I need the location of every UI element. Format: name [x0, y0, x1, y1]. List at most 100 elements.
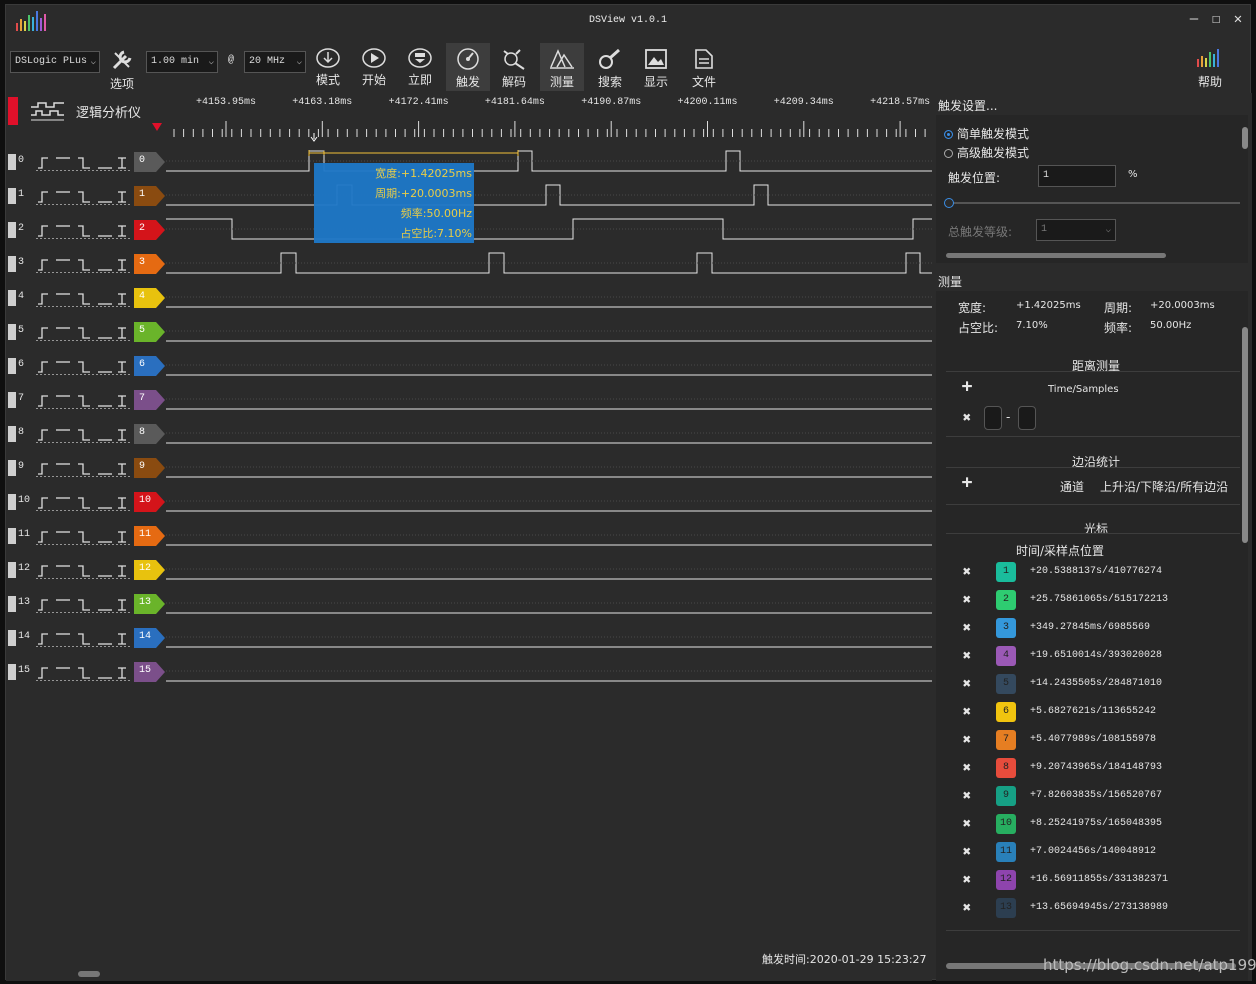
remove-cursor-button[interactable]: ✖ [960, 592, 974, 608]
channel-drag-handle[interactable] [8, 154, 16, 170]
trigger-type-icons[interactable] [36, 597, 132, 613]
channel-tag[interactable]: 2 [134, 220, 166, 240]
trigger-type-icons[interactable] [36, 529, 132, 545]
trigger-type-icons[interactable] [36, 291, 132, 307]
trigger-type-icons[interactable] [36, 155, 132, 171]
channel-drag-handle[interactable] [8, 188, 16, 204]
channel-tag[interactable]: 1 [134, 186, 166, 206]
cursor-badge[interactable]: 8 [996, 758, 1016, 778]
trigger-type-icons[interactable] [36, 495, 132, 511]
channel-drag-handle[interactable] [8, 222, 16, 238]
trigger-position-input[interactable]: 1 [1038, 165, 1116, 187]
trigger-type-icons[interactable] [36, 563, 132, 579]
trigger-type-icons[interactable] [36, 631, 132, 647]
remove-cursor-button[interactable]: ✖ [960, 620, 974, 636]
channel-tag[interactable]: 7 [134, 390, 166, 410]
help-button[interactable]: 帮助 [1188, 43, 1232, 91]
channel-tag[interactable]: 6 [134, 356, 166, 376]
horizontal-scrollbar[interactable] [78, 971, 100, 977]
trigger-type-icons[interactable] [36, 359, 132, 375]
mode-button[interactable]: 模式 [306, 43, 350, 91]
remove-cursor-button[interactable]: ✖ [960, 648, 974, 664]
channel-tag[interactable]: 13 [134, 594, 166, 614]
trigger-type-icons[interactable] [36, 223, 132, 239]
channel-drag-handle[interactable] [8, 392, 16, 408]
cursor-badge[interactable]: 9 [996, 786, 1016, 806]
add-edge-button[interactable]: + [960, 472, 974, 493]
channel-tag[interactable]: 9 [134, 458, 166, 478]
channel-tag[interactable]: 12 [134, 560, 166, 580]
cursor-badge[interactable]: 7 [996, 730, 1016, 750]
minimize-icon[interactable]: – [1186, 11, 1202, 27]
simple-trigger-radio[interactable]: 简单触发模式 [944, 125, 1029, 142]
distance-end-select[interactable] [1018, 406, 1036, 430]
measure-button[interactable]: 测量 [540, 43, 584, 91]
remove-cursor-button[interactable]: ✖ [960, 704, 974, 720]
close-icon[interactable]: ✕ [1230, 11, 1246, 27]
channel-drag-handle[interactable] [8, 630, 16, 646]
cursor-badge[interactable]: 1 [996, 562, 1016, 582]
channel-drag-handle[interactable] [8, 290, 16, 306]
remove-cursor-button[interactable]: ✖ [960, 676, 974, 692]
advanced-trigger-radio[interactable]: 高级触发模式 [944, 144, 1029, 161]
trigger-type-icons[interactable] [36, 257, 132, 273]
remove-cursor-button[interactable]: ✖ [960, 760, 974, 776]
options-button[interactable]: 选项 [100, 43, 144, 91]
trigger-button[interactable]: 触发 [446, 43, 490, 91]
device-select[interactable]: DSLogic PLus ⌵ [10, 51, 100, 73]
trigger-type-icons[interactable] [36, 325, 132, 341]
duration-select[interactable]: 1.00 min ⌵ [146, 51, 218, 73]
cursor-badge[interactable]: 5 [996, 674, 1016, 694]
channel-drag-handle[interactable] [8, 596, 16, 612]
channel-tag[interactable]: 5 [134, 322, 166, 342]
remove-cursor-button[interactable]: ✖ [960, 732, 974, 748]
trigger-position-slider[interactable] [950, 202, 1240, 204]
trigger-type-icons[interactable] [36, 461, 132, 477]
channel-drag-handle[interactable] [8, 324, 16, 340]
start-button[interactable]: 开始 [352, 43, 396, 91]
file-button[interactable]: 文件 [682, 43, 726, 91]
cursor-badge[interactable]: 11 [996, 842, 1016, 862]
channel-drag-handle[interactable] [8, 562, 16, 578]
channel-tag[interactable]: 14 [134, 628, 166, 648]
slider-handle[interactable] [944, 198, 954, 208]
channel-drag-handle[interactable] [8, 358, 16, 374]
remove-cursor-button[interactable]: ✖ [960, 788, 974, 804]
channel-drag-handle[interactable] [8, 494, 16, 510]
instant-button[interactable]: 立即 [398, 43, 442, 91]
channel-drag-handle[interactable] [8, 256, 16, 272]
channel-drag-handle[interactable] [8, 426, 16, 442]
remove-cursor-button[interactable]: ✖ [960, 872, 974, 888]
channel-drag-handle[interactable] [8, 460, 16, 476]
display-button[interactable]: 显示 [634, 43, 678, 91]
remove-cursor-button[interactable]: ✖ [960, 816, 974, 832]
trigger-type-icons[interactable] [36, 393, 132, 409]
trigger-stages-select[interactable]: 1 ⌵ [1036, 219, 1116, 241]
cursor-badge[interactable]: 6 [996, 702, 1016, 722]
cursor-badge[interactable]: 2 [996, 590, 1016, 610]
remove-cursor-button[interactable]: ✖ [960, 564, 974, 580]
trigger-horizontal-scrollbar[interactable] [946, 253, 1166, 258]
cursor-badge[interactable]: 10 [996, 814, 1016, 834]
samplerate-select[interactable]: 20 MHz ⌵ [244, 51, 306, 73]
channel-tag[interactable]: 10 [134, 492, 166, 512]
add-distance-button[interactable]: + [960, 376, 974, 397]
remove-distance-button[interactable]: ✖ [960, 410, 974, 426]
channel-tag[interactable]: 8 [134, 424, 166, 444]
channel-tag[interactable]: 15 [134, 662, 166, 682]
cursor-badge[interactable]: 4 [996, 646, 1016, 666]
remove-cursor-button[interactable]: ✖ [960, 900, 974, 916]
channel-tag[interactable]: 0 [134, 152, 166, 172]
channel-drag-handle[interactable] [8, 664, 16, 680]
channel-tag[interactable]: 3 [134, 254, 166, 274]
distance-start-select[interactable] [984, 406, 1002, 430]
maximize-icon[interactable]: ☐ [1208, 11, 1224, 27]
cursor-badge[interactable]: 13 [996, 898, 1016, 918]
waveform-canvas[interactable] [166, 145, 932, 705]
cursor-badge[interactable]: 3 [996, 618, 1016, 638]
remove-cursor-button[interactable]: ✖ [960, 844, 974, 860]
channel-tag[interactable]: 4 [134, 288, 166, 308]
search-button[interactable]: 搜索 [588, 43, 632, 91]
cursor-badge[interactable]: 12 [996, 870, 1016, 890]
trigger-type-icons[interactable] [36, 665, 132, 681]
